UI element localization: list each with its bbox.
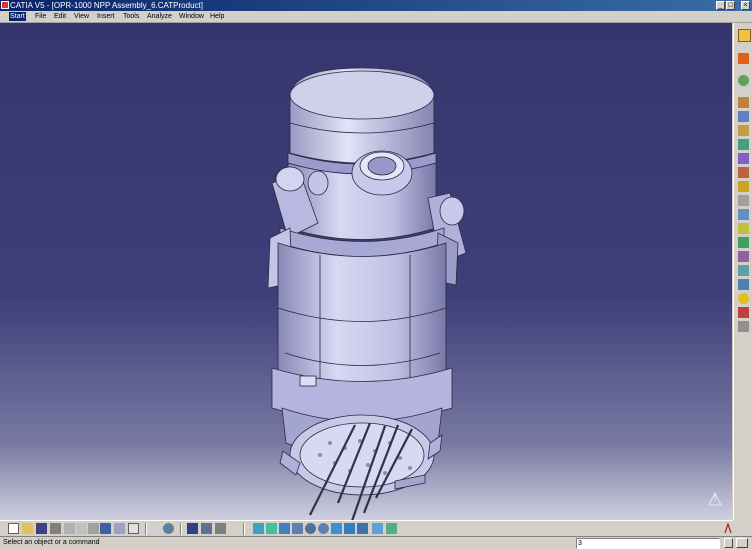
pointer-icon[interactable] bbox=[738, 29, 751, 42]
compass-axis-icon[interactable] bbox=[705, 489, 725, 509]
minimize-button[interactable]: _ bbox=[716, 1, 725, 10]
product-icon[interactable] bbox=[738, 75, 749, 86]
catia-logo-icon bbox=[724, 522, 732, 535]
menu-bar: Start File Edit View Insert Tools Analyz… bbox=[0, 11, 752, 23]
menu-window[interactable]: Window bbox=[178, 12, 205, 21]
toolbar-separator bbox=[243, 523, 245, 535]
command-ok-button[interactable] bbox=[736, 538, 748, 548]
hide-show-icon[interactable] bbox=[357, 523, 368, 534]
whats-this-icon[interactable] bbox=[128, 523, 139, 534]
part-icon[interactable] bbox=[738, 111, 749, 122]
3d-viewport[interactable] bbox=[0, 23, 732, 522]
new-icon[interactable] bbox=[8, 523, 19, 534]
bottom-toolbar bbox=[0, 520, 733, 536]
toolbar-separator bbox=[180, 523, 182, 535]
component-icon[interactable] bbox=[738, 97, 749, 108]
existing-component-icon[interactable] bbox=[738, 125, 749, 136]
sketcher-icon[interactable] bbox=[738, 53, 749, 64]
snap-icon[interactable] bbox=[738, 195, 749, 206]
clash-icon[interactable] bbox=[738, 223, 749, 234]
generate-numbering-icon[interactable] bbox=[738, 167, 749, 178]
menu-insert[interactable]: Insert bbox=[96, 12, 116, 21]
copy-icon[interactable] bbox=[76, 523, 87, 534]
replace-icon[interactable] bbox=[738, 139, 749, 150]
angle-icon[interactable] bbox=[738, 307, 749, 318]
normal-view-icon[interactable] bbox=[318, 523, 329, 534]
graph-tree-icon[interactable] bbox=[738, 153, 749, 164]
redo-icon[interactable] bbox=[114, 523, 125, 534]
title-bar: CATIA V5 - [OPR-1000 NPP Assembly_6.CATP… bbox=[0, 0, 752, 11]
swap-visible-icon[interactable] bbox=[372, 523, 383, 534]
close-button[interactable]: × bbox=[741, 1, 750, 10]
coincidence-icon[interactable] bbox=[738, 265, 749, 276]
menu-view[interactable]: View bbox=[73, 12, 90, 21]
pan-icon[interactable] bbox=[266, 523, 277, 534]
status-message: Select an object or a command bbox=[3, 539, 100, 546]
offset-icon[interactable] bbox=[738, 293, 749, 304]
shading-icon[interactable] bbox=[344, 523, 355, 534]
zoom-in-icon[interactable] bbox=[292, 523, 303, 534]
render-icon[interactable] bbox=[187, 523, 198, 534]
save-icon[interactable] bbox=[36, 523, 47, 534]
power-input-field[interactable] bbox=[576, 538, 720, 549]
zoom-out-icon[interactable] bbox=[305, 523, 316, 534]
iso-view-icon[interactable] bbox=[331, 523, 342, 534]
view-mode-icon[interactable] bbox=[386, 523, 397, 534]
catia-app-icon bbox=[1, 1, 9, 9]
command-dropdown-button[interactable] bbox=[724, 538, 733, 548]
paste-icon[interactable] bbox=[88, 523, 99, 534]
catalog-icon[interactable] bbox=[163, 523, 174, 534]
print-icon[interactable] bbox=[50, 523, 61, 534]
menu-help[interactable]: Help bbox=[209, 12, 225, 21]
cut-icon[interactable] bbox=[64, 523, 75, 534]
menu-start[interactable]: Start bbox=[9, 12, 26, 21]
menu-file[interactable]: File bbox=[34, 12, 47, 21]
fit-all-icon[interactable] bbox=[253, 523, 264, 534]
undo-icon[interactable] bbox=[100, 523, 111, 534]
manipulation-icon[interactable] bbox=[738, 181, 749, 192]
menu-edit[interactable]: Edit bbox=[53, 12, 67, 21]
fix-icon[interactable] bbox=[738, 251, 749, 262]
explode-icon[interactable] bbox=[738, 209, 749, 220]
fly-icon[interactable] bbox=[215, 523, 226, 534]
measure-icon[interactable] bbox=[201, 523, 212, 534]
window-title: CATIA V5 - [OPR-1000 NPP Assembly_6.CATP… bbox=[10, 1, 203, 10]
maximize-button[interactable]: □ bbox=[726, 1, 735, 10]
toolbar-separator bbox=[145, 523, 147, 535]
rotate-icon[interactable] bbox=[279, 523, 290, 534]
update-icon[interactable] bbox=[738, 321, 749, 332]
menu-analyze[interactable]: Analyze bbox=[146, 12, 173, 21]
open-icon[interactable] bbox=[22, 523, 33, 534]
reactor-vessel-model[interactable] bbox=[0, 23, 732, 522]
contact-icon[interactable] bbox=[738, 279, 749, 290]
constraint-icon[interactable] bbox=[738, 237, 749, 248]
right-toolbar bbox=[733, 23, 752, 520]
status-bar: Select an object or a command bbox=[0, 536, 752, 549]
menu-tools[interactable]: Tools bbox=[122, 12, 140, 21]
formula-icon[interactable] bbox=[150, 523, 161, 534]
